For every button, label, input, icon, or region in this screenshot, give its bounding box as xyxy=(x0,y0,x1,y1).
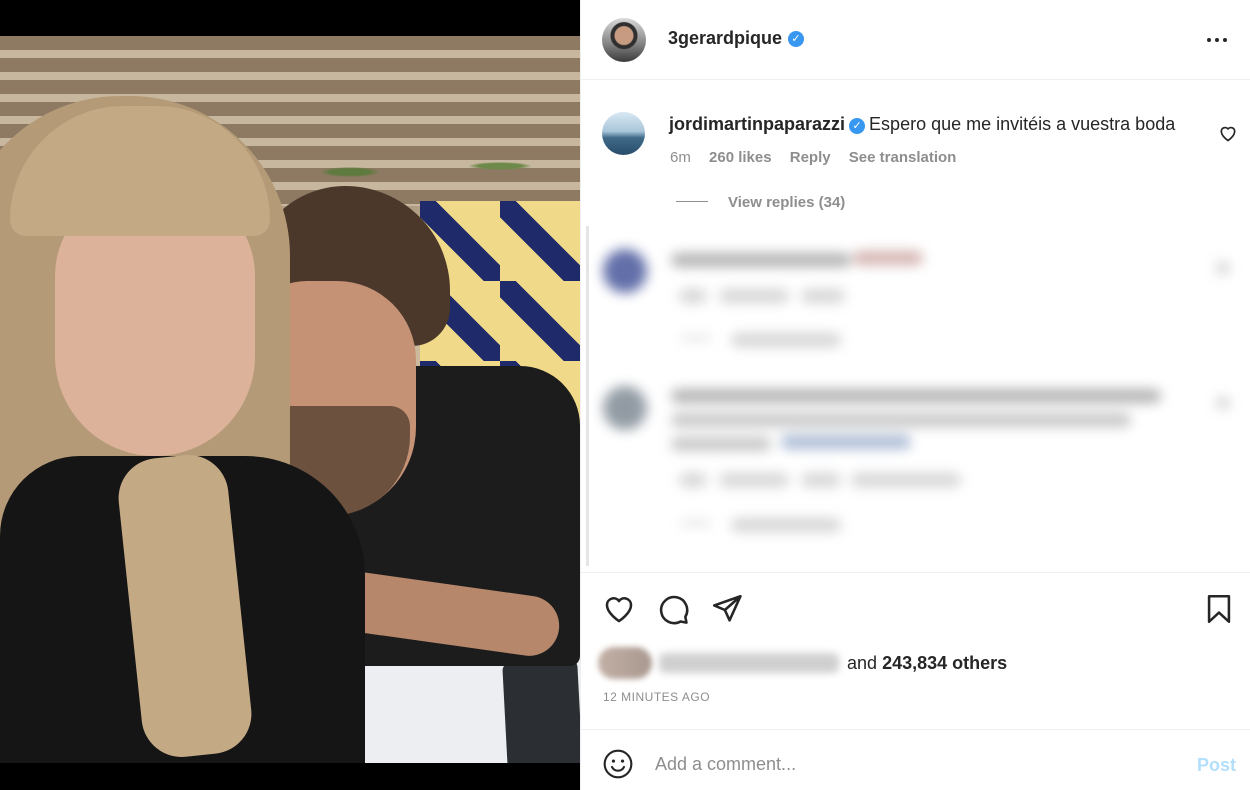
blurred-like xyxy=(1216,396,1230,410)
view-replies-label: View replies (34) xyxy=(728,194,846,211)
view-replies-button[interactable]: View replies (34) xyxy=(676,194,845,211)
heart-outline-icon[interactable] xyxy=(1218,123,1238,143)
comment: jordimartinpaparazzi ✓ Espero que me invit… xyxy=(669,114,1175,135)
blurred-text xyxy=(801,289,845,303)
commenter-username[interactable]: jordimartinpaparazzi xyxy=(669,114,845,134)
replies-divider-line xyxy=(676,201,708,202)
comment-time[interactable]: 6m xyxy=(670,149,691,166)
post-header: 3gerardpique ✓ xyxy=(581,0,1250,80)
post-sidebar: 3gerardpique ✓ jordimartinpaparazzi ✓ Espe… xyxy=(580,0,1250,790)
blurred-like xyxy=(1216,261,1230,275)
verified-badge-icon: ✓ xyxy=(849,118,866,134)
liker-names-blurred[interactable] xyxy=(659,653,839,673)
comment-text: Espero que me invitéis a vuestra boda xyxy=(869,114,1176,134)
smiley-face-icon[interactable] xyxy=(602,748,634,780)
blurred-comments xyxy=(591,231,1241,571)
blurred-text xyxy=(731,333,841,347)
blurred-avatar xyxy=(603,386,647,430)
blurred-text xyxy=(851,473,961,487)
likes-and-label: and xyxy=(847,653,878,673)
photo-plants xyxy=(260,136,560,196)
likes-others-link[interactable]: 243,834 others xyxy=(882,653,1007,673)
blurred-text xyxy=(679,289,707,303)
comment-likes[interactable]: 260 likes xyxy=(709,149,772,166)
post-photo-panel xyxy=(0,0,580,790)
blurred-text xyxy=(681,336,711,340)
more-options-icon[interactable] xyxy=(1201,28,1233,52)
photo-phone xyxy=(502,659,580,763)
paper-plane-icon[interactable] xyxy=(710,592,744,626)
comments-section: jordimartinpaparazzi ✓ Espero que me invit… xyxy=(581,81,1250,571)
blurred-text xyxy=(801,473,841,487)
heart-outline-icon[interactable] xyxy=(602,592,636,626)
blurred-text xyxy=(719,289,789,303)
comment-input[interactable] xyxy=(655,744,1175,784)
see-translation-button[interactable]: See translation xyxy=(849,149,957,166)
blurred-text xyxy=(671,413,1131,427)
blurred-emoji xyxy=(853,251,923,265)
liker-avatars-blurred[interactable] xyxy=(598,647,652,679)
commenter-avatar[interactable] xyxy=(602,112,645,155)
add-comment-bar: Post xyxy=(581,729,1250,790)
blurred-text xyxy=(681,521,711,525)
post-photo[interactable] xyxy=(0,36,580,763)
post-actions: and 243,834 others 12 MINUTES AGO xyxy=(581,572,1250,728)
blurred-text xyxy=(671,253,851,267)
blurred-text xyxy=(731,518,841,532)
post-timestamp[interactable]: 12 MINUTES AGO xyxy=(603,690,710,704)
blurred-text xyxy=(679,473,707,487)
blurred-text xyxy=(671,437,771,451)
blurred-text xyxy=(671,389,1161,403)
blurred-emoji xyxy=(781,435,911,449)
bookmark-icon[interactable] xyxy=(1202,592,1236,626)
post-comment-button[interactable]: Post xyxy=(1197,755,1236,776)
author-username[interactable]: 3gerardpique xyxy=(668,28,782,49)
likes-summary: and 243,834 others xyxy=(847,653,1007,674)
blurred-avatar xyxy=(603,249,647,293)
comments-scrollbar[interactable] xyxy=(586,226,589,566)
reply-button[interactable]: Reply xyxy=(790,149,831,166)
comment-bubble-icon[interactable] xyxy=(656,592,690,626)
verified-badge-icon: ✓ xyxy=(788,31,804,47)
comment-meta: 6m 260 likes Reply See translation xyxy=(670,149,970,166)
blurred-text xyxy=(719,473,789,487)
author-avatar[interactable] xyxy=(602,18,646,62)
